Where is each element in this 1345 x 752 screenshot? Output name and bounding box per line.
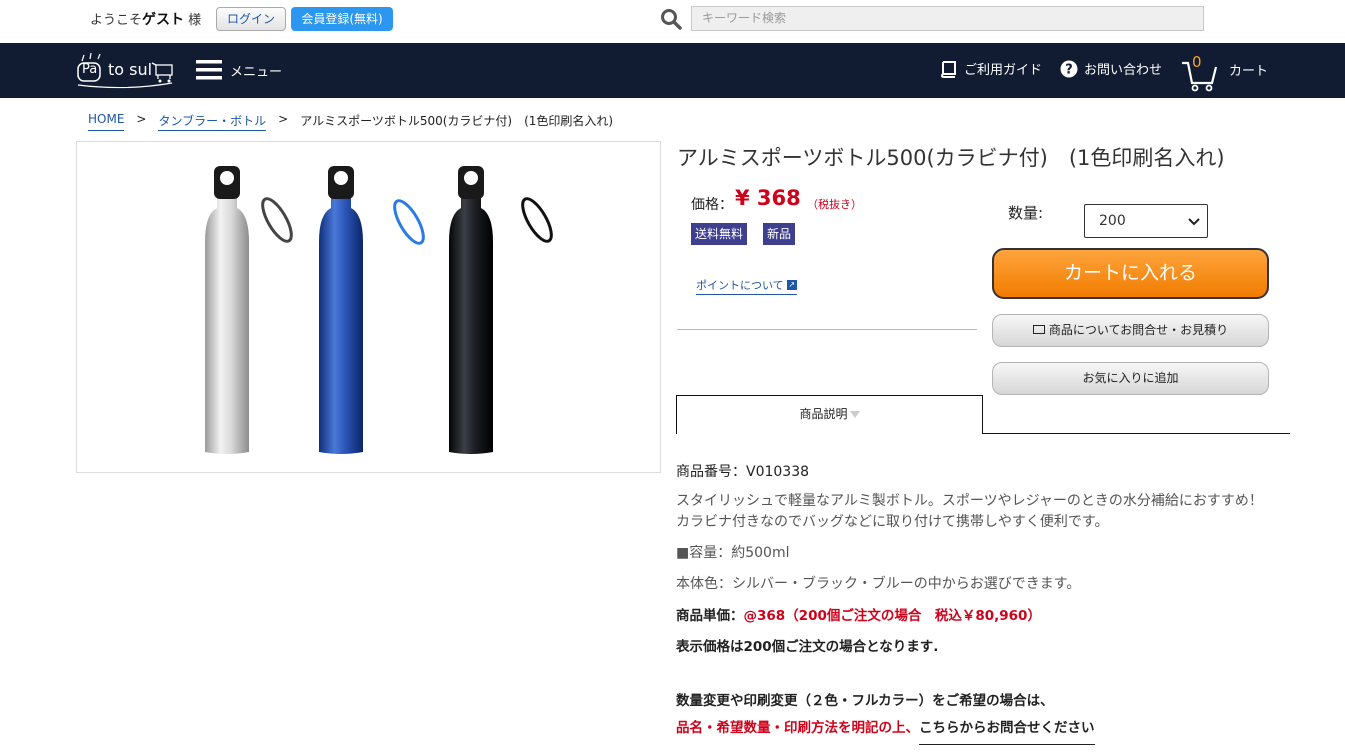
inquiry-label: 商品についてお問合せ・お見積り xyxy=(1048,323,1229,337)
search-icon[interactable] xyxy=(660,8,682,30)
welcome-message: ようこそゲスト 様 xyxy=(90,9,201,29)
points-link-label: ポイントについて xyxy=(696,279,784,292)
unit-price: 商品単価：@368（200個ご注文の場合 税込￥80,960） xyxy=(676,604,1041,624)
breadcrumb-separator: > xyxy=(278,112,289,126)
price-label: 価格： xyxy=(691,197,733,213)
welcome-user: ゲスト xyxy=(142,12,185,28)
logo-badge-text: Pa xyxy=(82,62,98,77)
contact-label: お問い合わせ xyxy=(1084,63,1163,78)
guide-link[interactable]: ご利用ガイド xyxy=(940,59,1042,78)
mail-icon xyxy=(1032,325,1045,334)
logo-text: to sul xyxy=(108,60,153,79)
quantity-label: 数量: xyxy=(1008,204,1044,222)
price-value: ¥ 368 xyxy=(735,186,801,210)
help-icon: ? xyxy=(1060,60,1078,77)
body-colors: 本体色：シルバー・ブラック・ブルーの中からお選びできます。 xyxy=(676,576,1081,592)
menu-label: メニュー xyxy=(230,64,283,80)
tab-description[interactable]: 商品説明 xyxy=(676,395,983,434)
bottle-image xyxy=(205,166,553,454)
product-image[interactable] xyxy=(76,141,661,473)
blue-bottle xyxy=(319,166,425,454)
cart-link[interactable]: 0 カート xyxy=(1180,49,1270,93)
new-badge: 新品 xyxy=(763,223,796,245)
quantity-value: 200 xyxy=(1099,213,1126,229)
description-line-2: カラビナ付きなのでバッグなどに取り付けて携帯しやすく便利です。 xyxy=(676,514,1109,530)
red-note: 品名・希望数量・印刷方法を明記の上、 xyxy=(676,720,919,736)
top-bar: ようこそゲスト 様 ログイン 会員登録(無料) キーワード検索 xyxy=(0,0,1345,43)
cart-label: カート xyxy=(1229,64,1269,79)
main-nav: Pa to sul Pa メニュー ご利用ガイド ? お問い合わせ 0 カート xyxy=(0,43,1345,120)
cart-count: 0 xyxy=(1192,53,1202,71)
external-link-icon: ↗ xyxy=(786,280,797,290)
hamburger-icon xyxy=(196,60,222,80)
svg-text:?: ? xyxy=(1065,62,1073,77)
search-input[interactable]: キーワード検索 xyxy=(691,6,1204,31)
breadcrumb-home[interactable]: HOME xyxy=(88,112,125,131)
contact-note: 品名・希望数量・印刷方法を明記の上、こちらからお問合せください xyxy=(676,716,1095,745)
points-link[interactable]: ポイントについて ↗ xyxy=(696,277,797,295)
capacity: ■容量：約500ml xyxy=(676,545,790,561)
chevron-down-icon xyxy=(1188,218,1200,226)
quantity-select[interactable]: 200 xyxy=(1084,204,1208,238)
login-button[interactable]: ログイン xyxy=(216,7,286,31)
price-note: 表示価格は200個ご注文の場合となります. xyxy=(676,639,939,655)
breadcrumb-category[interactable]: タンブラー・ボトル xyxy=(158,112,267,131)
tab-description-label: 商品説明 xyxy=(799,407,848,421)
breadcrumb-separator: > xyxy=(136,112,147,126)
contact-link[interactable]: ? お問い合わせ xyxy=(1060,59,1162,78)
description-line-1: スタイリッシュで軽量なアルミ製ボトル。スポーツやレジャーのときの水分補給におすす… xyxy=(676,493,1263,509)
unit-price-label: 商品単価： xyxy=(676,608,744,624)
silver-bottle xyxy=(205,166,293,454)
free-shipping-badge: 送料無料 xyxy=(691,223,748,245)
caret-down-icon xyxy=(849,411,860,418)
product-code: 商品番号：V010338 xyxy=(676,464,810,480)
price-tax-note: （税抜き） xyxy=(807,198,862,211)
divider xyxy=(677,329,977,330)
breadcrumb: HOME > タンブラー・ボトル > アルミスポーツボトル500(カラビナ付) … xyxy=(88,112,613,131)
black-bottle xyxy=(449,166,553,454)
menu-button[interactable]: メニュー xyxy=(196,58,282,82)
contact-here-link[interactable]: こちらからお問合せください xyxy=(919,720,1095,745)
add-favorite-button[interactable]: お気に入りに追加 xyxy=(992,362,1269,395)
book-icon xyxy=(940,60,956,78)
breadcrumb-current: アルミスポーツボトル500(カラビナ付) (1色印刷名入れ) xyxy=(300,114,614,128)
tab-underline xyxy=(982,433,1290,434)
add-to-cart-button[interactable]: カートに入れる xyxy=(992,248,1269,299)
unit-price-value: @368（200個ご注文の場合 税込￥80,960） xyxy=(743,608,1041,624)
inquiry-button[interactable]: 商品についてお問合せ・お見積り xyxy=(992,314,1269,347)
welcome-prefix: ようこそ xyxy=(90,13,143,28)
search-placeholder: キーワード検索 xyxy=(702,11,787,25)
welcome-suffix: 様 xyxy=(184,13,202,28)
guide-label: ご利用ガイド xyxy=(964,63,1043,78)
change-note: 数量変更や印刷変更（２色・フルカラー）をご希望の場合は、 xyxy=(676,693,1054,709)
product-title: アルミスポーツボトル500(カラビナ付) (1色印刷名入れ) xyxy=(677,146,1225,170)
register-button[interactable]: 会員登録(無料) xyxy=(291,7,393,31)
